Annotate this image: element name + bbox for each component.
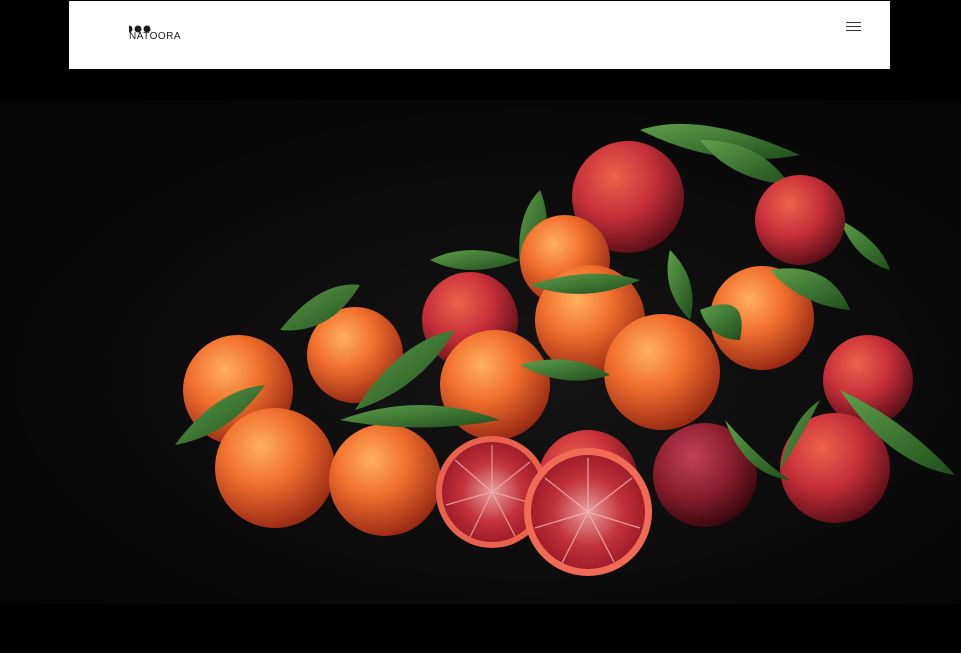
logo-text: NATOORA <box>129 31 182 42</box>
blood-oranges-illustration <box>0 100 961 604</box>
hamburger-menu-icon <box>846 22 861 31</box>
page: NATOORA <box>0 0 961 653</box>
natoora-logo[interactable]: NATOORA <box>129 25 189 45</box>
menu-button[interactable] <box>844 20 864 34</box>
hero-image <box>0 100 961 604</box>
site-header: NATOORA <box>69 1 890 69</box>
